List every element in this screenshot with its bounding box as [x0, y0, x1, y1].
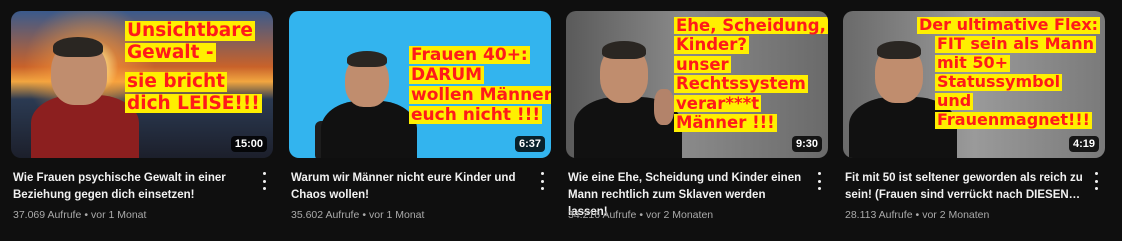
view-count: 34.216 Aufrufe — [568, 209, 637, 221]
video-title[interactable]: Wie Frauen psychische Gewalt in einer Be… — [13, 170, 251, 204]
more-vert-icon[interactable] — [814, 172, 824, 190]
upload-age: vor 1 Monat — [369, 209, 425, 221]
more-vert-icon[interactable] — [537, 172, 547, 190]
video-metadata: 28.113 Aufrufe • vor 2 Monaten — [845, 209, 989, 221]
duration-badge: 15:00 — [230, 136, 267, 152]
video-metadata: 34.216 Aufrufe • vor 2 Monaten — [568, 209, 713, 221]
video-card[interactable]: Unsichtbare Gewalt - sie bricht dich LEI… — [11, 11, 273, 231]
more-vert-icon[interactable] — [1091, 172, 1101, 190]
video-grid: Unsichtbare Gewalt - sie bricht dich LEI… — [0, 0, 1122, 241]
view-count: 37.069 Aufrufe — [13, 209, 82, 221]
view-count: 35.602 Aufrufe — [291, 209, 360, 221]
presenter-figure — [301, 49, 421, 158]
video-metadata: 37.069 Aufrufe • vor 1 Monat — [13, 209, 146, 221]
video-title[interactable]: Fit mit 50 ist seltener geworden als rei… — [845, 170, 1083, 204]
view-count: 28.113 Aufrufe — [845, 209, 913, 221]
more-vert-icon[interactable] — [259, 172, 269, 190]
video-thumbnail[interactable]: Der ultimative Flex: FIT sein als Mann m… — [843, 11, 1105, 158]
video-thumbnail[interactable]: Unsichtbare Gewalt - sie bricht dich LEI… — [11, 11, 273, 158]
thumbnail-overlay-text: Der ultimative Flex: FIT sein als Mann m… — [917, 15, 1101, 129]
separator-dot: • — [639, 209, 643, 221]
upload-age: vor 2 Monaten — [922, 209, 990, 221]
separator-dot: • — [362, 209, 366, 221]
duration-badge: 4:19 — [1068, 136, 1099, 152]
video-thumbnail[interactable]: Frauen 40+: DARUM wollen Männer euch nic… — [289, 11, 551, 158]
duration-badge: 9:30 — [791, 136, 822, 152]
video-title[interactable]: Warum wir Männer nicht eure Kinder und C… — [291, 170, 529, 204]
thumbnail-overlay-text: Ehe, Scheidung, Kinder? unser Rechtssyst… — [674, 16, 828, 133]
duration-badge: 6:37 — [514, 136, 545, 152]
video-card[interactable]: Ehe, Scheidung, Kinder? unser Rechtssyst… — [566, 11, 828, 231]
video-card[interactable]: Frauen 40+: DARUM wollen Männer euch nic… — [289, 11, 551, 231]
separator-dot: • — [915, 209, 920, 221]
thumbnail-overlay-text: Frauen 40+: DARUM wollen Männer euch nic… — [409, 46, 551, 126]
video-card[interactable]: Der ultimative Flex: FIT sein als Mann m… — [843, 11, 1105, 231]
upload-age: vor 1 Monat — [91, 209, 147, 221]
presenter-figure — [570, 37, 690, 158]
thumbnail-overlay-text: Unsichtbare Gewalt - sie bricht dich LEI… — [125, 20, 262, 114]
separator-dot: • — [84, 209, 88, 221]
video-metadata: 35.602 Aufrufe • vor 1 Monat — [291, 209, 424, 221]
video-thumbnail[interactable]: Ehe, Scheidung, Kinder? unser Rechtssyst… — [566, 11, 828, 158]
upload-age: vor 2 Monaten — [646, 209, 714, 221]
